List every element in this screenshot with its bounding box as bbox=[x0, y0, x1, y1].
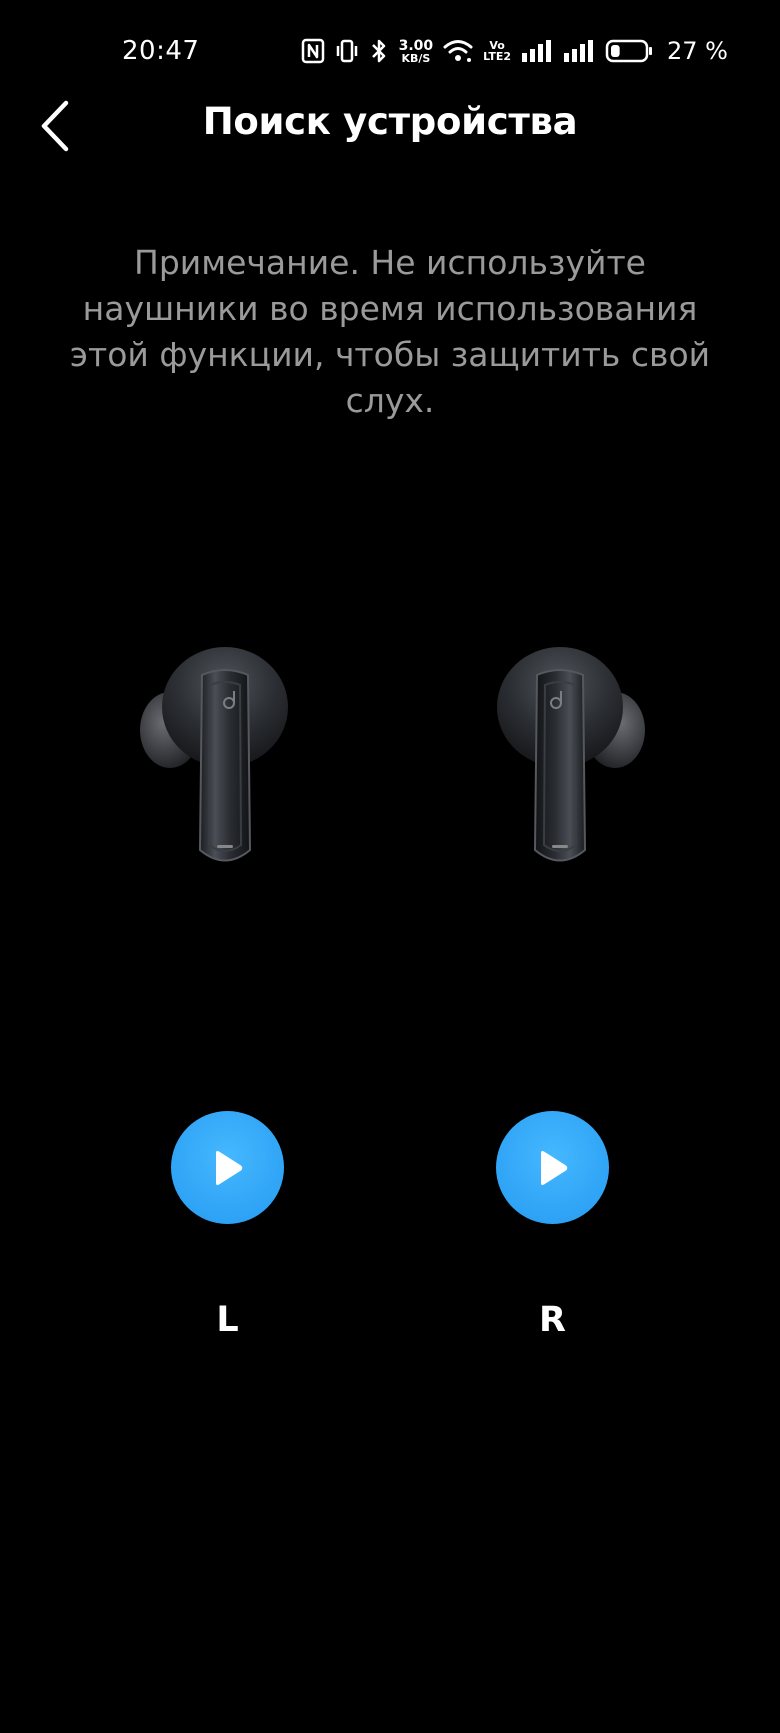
status-bar: 20:47 3.00 KB/S Vo LTE2 27 % bbox=[0, 0, 780, 100]
signal-sim1-icon bbox=[521, 39, 553, 63]
bluetooth-icon bbox=[369, 37, 389, 65]
net-speed-unit: KB/S bbox=[401, 51, 431, 65]
status-time: 20:47 bbox=[122, 36, 200, 66]
nfc-icon bbox=[301, 38, 325, 64]
volte-bottom: LTE2 bbox=[483, 50, 512, 63]
play-icon bbox=[215, 1150, 242, 1185]
play-left-button[interactable] bbox=[171, 1111, 284, 1224]
right-earbud-label: R bbox=[539, 1300, 566, 1340]
left-earbud-image bbox=[140, 645, 310, 895]
note-text: Примечание. Не используйте наушники во в… bbox=[69, 243, 711, 420]
signal-sim2-icon bbox=[563, 39, 595, 63]
wifi-icon bbox=[443, 38, 473, 64]
net-speed: 3.00 KB/S bbox=[399, 39, 434, 64]
play-icon bbox=[540, 1150, 567, 1185]
vibrate-icon bbox=[335, 38, 359, 64]
battery-icon bbox=[605, 39, 653, 63]
left-earbud-label: L bbox=[216, 1300, 239, 1340]
net-speed-value: 3.00 bbox=[398, 37, 434, 54]
page-title: Поиск устройства bbox=[202, 100, 578, 143]
status-icons: 3.00 KB/S Vo LTE2 27 % bbox=[301, 34, 728, 68]
right-earbud-image bbox=[475, 645, 645, 895]
battery-percent: 27 % bbox=[667, 37, 728, 65]
play-right-button[interactable] bbox=[496, 1111, 609, 1224]
volte-indicator: Vo LTE2 bbox=[483, 40, 511, 62]
